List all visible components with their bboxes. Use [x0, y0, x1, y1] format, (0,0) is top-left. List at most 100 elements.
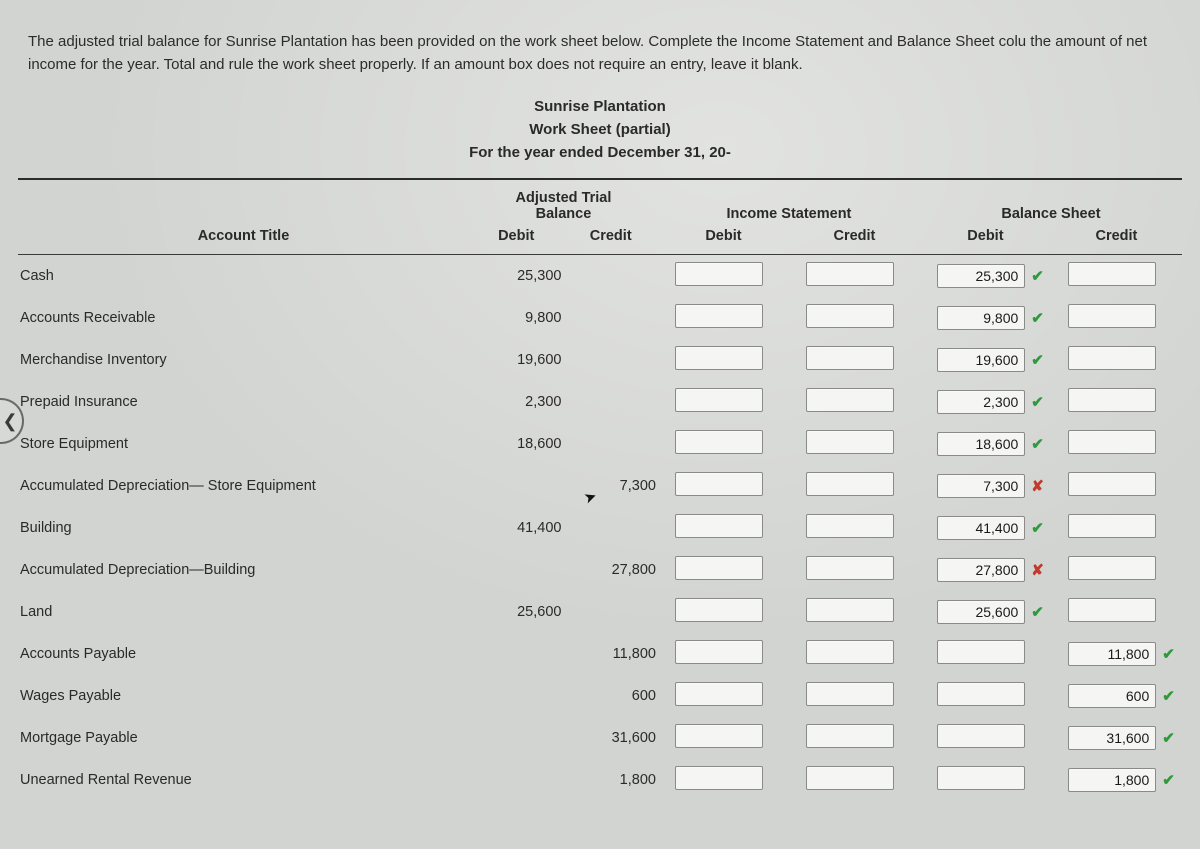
bs-credit-mark — [1158, 255, 1182, 297]
bs-credit-input[interactable] — [1068, 430, 1156, 454]
bs-debit-input[interactable]: 27,800 — [937, 558, 1025, 582]
bs-credit-input[interactable] — [1068, 346, 1156, 370]
bs-debit-input[interactable]: 2,300 — [937, 390, 1025, 414]
is-credit-input[interactable] — [806, 598, 894, 622]
bs-debit-input[interactable] — [937, 766, 1025, 790]
is-credit-cell — [789, 465, 896, 507]
bs-credit-input[interactable] — [1068, 388, 1156, 412]
is-credit-mark — [896, 465, 920, 507]
adj-debit-cell — [469, 717, 563, 759]
is-credit-input[interactable] — [806, 766, 894, 790]
is-debit-input[interactable] — [675, 262, 763, 286]
is-credit-input[interactable] — [806, 304, 894, 328]
is-debit-input[interactable] — [675, 430, 763, 454]
worksheet: Sunrise Plantation Work Sheet (partial) … — [18, 95, 1182, 802]
is-credit-input[interactable] — [806, 388, 894, 412]
adj-debit-cell: 25,600 — [469, 591, 563, 633]
bs-debit-cell: 27,800 — [920, 549, 1027, 591]
is-credit-cell — [789, 255, 896, 297]
is-credit-cell — [789, 507, 896, 549]
is-debit-input[interactable] — [675, 766, 763, 790]
bs-credit-input[interactable] — [1068, 262, 1156, 286]
bs-credit-input[interactable] — [1068, 556, 1156, 580]
bs-debit-input[interactable] — [937, 724, 1025, 748]
bs-debit-input[interactable] — [937, 682, 1025, 706]
worksheet-table: Adjusted Trial Balance Income Statement … — [18, 180, 1182, 801]
account-title-cell: Land — [18, 591, 469, 633]
adj-debit-cell — [469, 549, 563, 591]
bs-credit-input[interactable] — [1068, 304, 1156, 328]
bs-credit-cell: 11,800 — [1051, 633, 1158, 675]
bs-debit-check-icon: ✔ — [1027, 507, 1051, 549]
col-adj-credit: Credit — [563, 224, 658, 254]
is-debit-input[interactable] — [675, 304, 763, 328]
bs-debit-mark — [1027, 675, 1051, 717]
bs-debit-input[interactable]: 19,600 — [937, 348, 1025, 372]
is-debit-input[interactable] — [675, 598, 763, 622]
bs-credit-cell — [1051, 255, 1158, 297]
table-row: Accounts Payable11,80011,800✔ — [18, 633, 1182, 675]
bs-debit-input[interactable]: 25,300 — [937, 264, 1025, 288]
bs-debit-input[interactable]: 25,600 — [937, 600, 1025, 624]
bs-debit-input[interactable] — [937, 640, 1025, 664]
bs-credit-input[interactable]: 600 — [1068, 684, 1156, 708]
bs-credit-input[interactable] — [1068, 472, 1156, 496]
bs-debit-cell: 41,400 — [920, 507, 1027, 549]
bs-debit-input[interactable]: 7,300 — [937, 474, 1025, 498]
is-debit-input[interactable] — [675, 640, 763, 664]
is-debit-input[interactable] — [675, 682, 763, 706]
bs-credit-cell — [1051, 339, 1158, 381]
bs-debit-cell: 2,300 — [920, 381, 1027, 423]
is-credit-mark — [896, 507, 920, 549]
is-debit-input[interactable] — [675, 346, 763, 370]
bs-debit-cell: 18,600 — [920, 423, 1027, 465]
is-credit-input[interactable] — [806, 724, 894, 748]
is-credit-input[interactable] — [806, 346, 894, 370]
is-debit-input[interactable] — [675, 724, 763, 748]
account-title-cell: Accumulated Depreciation— Store Equipmen… — [18, 465, 469, 507]
is-credit-input[interactable] — [806, 472, 894, 496]
adj-credit-cell: 600 — [563, 675, 658, 717]
is-credit-input[interactable] — [806, 430, 894, 454]
is-credit-mark — [896, 255, 920, 297]
is-debit-mark — [765, 507, 789, 549]
is-credit-input[interactable] — [806, 556, 894, 580]
is-debit-input[interactable] — [675, 472, 763, 496]
is-debit-cell — [658, 633, 765, 675]
table-row: Merchandise Inventory19,60019,600✔ — [18, 339, 1182, 381]
is-credit-cell — [789, 633, 896, 675]
adj-debit-cell — [469, 759, 563, 801]
is-credit-cell — [789, 297, 896, 339]
bs-credit-input[interactable] — [1068, 514, 1156, 538]
is-credit-input[interactable] — [806, 262, 894, 286]
is-debit-cell — [658, 549, 765, 591]
bs-credit-input[interactable]: 11,800 — [1068, 642, 1156, 666]
bs-credit-cell — [1051, 297, 1158, 339]
bs-debit-input[interactable]: 41,400 — [937, 516, 1025, 540]
table-row: Unearned Rental Revenue1,8001,800✔ — [18, 759, 1182, 801]
bs-debit-cell — [920, 633, 1027, 675]
is-debit-cell — [658, 255, 765, 297]
bs-credit-input[interactable]: 31,600 — [1068, 726, 1156, 750]
bs-debit-input[interactable]: 18,600 — [937, 432, 1025, 456]
is-debit-cell — [658, 297, 765, 339]
is-debit-input[interactable] — [675, 514, 763, 538]
bs-credit-input[interactable]: 1,800 — [1068, 768, 1156, 792]
is-credit-cell — [789, 759, 896, 801]
bs-credit-mark — [1158, 297, 1182, 339]
is-debit-input[interactable] — [675, 388, 763, 412]
bs-debit-cross-icon: ✘ — [1027, 465, 1051, 507]
is-credit-mark — [896, 675, 920, 717]
adj-credit-cell: 1,800 — [563, 759, 658, 801]
adj-debit-cell: 41,400 — [469, 507, 563, 549]
account-title-cell: Accounts Receivable — [18, 297, 469, 339]
is-debit-input[interactable] — [675, 556, 763, 580]
bs-credit-input[interactable] — [1068, 598, 1156, 622]
bs-debit-input[interactable]: 9,800 — [937, 306, 1025, 330]
is-credit-input[interactable] — [806, 640, 894, 664]
is-credit-mark — [896, 549, 920, 591]
bs-debit-check-icon: ✔ — [1027, 255, 1051, 297]
is-debit-cell — [658, 591, 765, 633]
is-credit-input[interactable] — [806, 514, 894, 538]
is-credit-input[interactable] — [806, 682, 894, 706]
